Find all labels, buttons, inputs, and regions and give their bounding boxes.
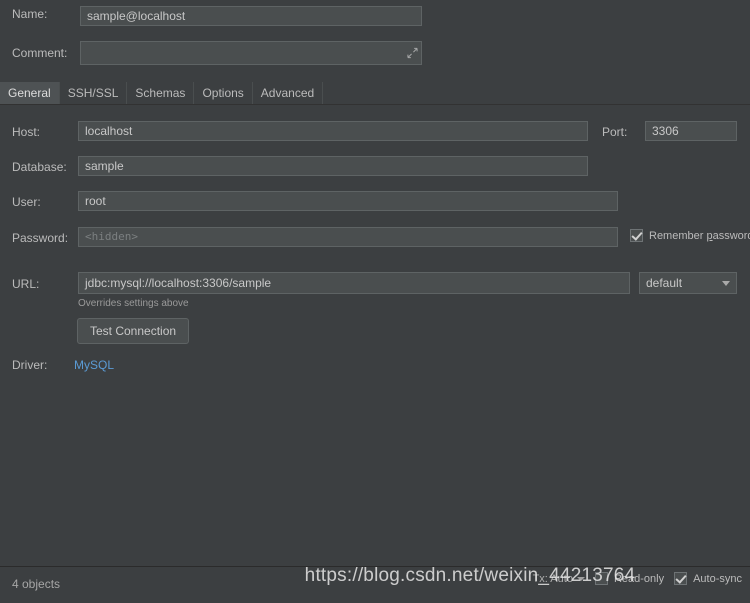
password-input[interactable]: <hidden> (78, 227, 618, 247)
name-row: Name: (12, 7, 80, 21)
connection-settings-panel: Name: sample@localhost Comment: General … (0, 0, 750, 603)
remember-password-checkbox[interactable]: Remember password (630, 229, 750, 242)
driver-label: Driver: (12, 358, 48, 372)
url-mode-dropdown[interactable]: default (639, 272, 737, 294)
tab-ssh-ssl[interactable]: SSH/SSL (60, 82, 128, 104)
tab-general[interactable]: General (0, 82, 60, 104)
host-row: Host: (12, 125, 40, 139)
auto-sync-label: Auto-sync (693, 572, 742, 585)
remember-password-label: Remember password (649, 229, 750, 242)
status-bar-controls: Tx: Auto Read-only Auto-sync (533, 572, 742, 585)
driver-link[interactable]: MySQL (74, 358, 114, 372)
object-count: 4 objects (12, 577, 61, 591)
user-row: User: (12, 195, 41, 209)
port-label: Port: (602, 125, 628, 139)
read-only-checkbox[interactable]: Read-only (594, 572, 665, 585)
driver-row: Driver: (12, 358, 47, 372)
remember-password-checkbox-box[interactable] (630, 229, 643, 242)
url-mode-value: default (646, 276, 683, 290)
expand-icon[interactable] (407, 47, 418, 59)
auto-sync-checkbox[interactable]: Auto-sync (674, 572, 742, 585)
name-label: Name: (12, 7, 48, 21)
user-input[interactable]: root (78, 191, 618, 211)
settings-tabbar: General SSH/SSL Schemas Options Advanced (0, 82, 750, 105)
user-label: User: (12, 195, 41, 209)
url-row: URL: (12, 277, 39, 291)
port-input[interactable]: 3306 (645, 121, 737, 141)
password-row: Password: (12, 231, 68, 245)
url-label: URL: (12, 277, 40, 291)
name-input[interactable]: sample@localhost (80, 6, 422, 26)
database-input[interactable]: sample (78, 156, 588, 176)
comment-label: Comment: (12, 46, 68, 60)
chevron-down-icon (576, 576, 585, 581)
database-label: Database: (12, 160, 67, 174)
test-connection-button[interactable]: Test Connection (77, 318, 190, 344)
password-label: Password: (12, 231, 69, 245)
url-hint: Overrides settings above (78, 298, 189, 309)
tx-mode-label: Tx: Auto (532, 572, 573, 585)
auto-sync-checkbox-box[interactable] (674, 572, 688, 585)
host-label: Host: (12, 125, 41, 139)
database-row: Database: (12, 160, 67, 174)
comment-input[interactable] (80, 41, 422, 65)
tab-options[interactable]: Options (194, 82, 253, 104)
tab-schemas[interactable]: Schemas (127, 82, 195, 104)
comment-row: Comment: (12, 46, 80, 60)
port-row: Port: (602, 125, 627, 139)
chevron-down-icon (722, 280, 730, 286)
read-only-label: Read-only (613, 572, 665, 585)
read-only-checkbox-box[interactable] (594, 572, 608, 585)
url-input[interactable]: jdbc:mysql://localhost:3306/sample (78, 272, 630, 294)
tab-advanced[interactable]: Advanced (253, 82, 324, 104)
comment-field-wrapper (80, 41, 422, 65)
tx-mode-selector[interactable]: Tx: Auto (533, 573, 585, 585)
status-bar: 4 objects Tx: Auto Read-only Auto-sync (0, 566, 750, 603)
host-input[interactable]: localhost (78, 121, 588, 141)
